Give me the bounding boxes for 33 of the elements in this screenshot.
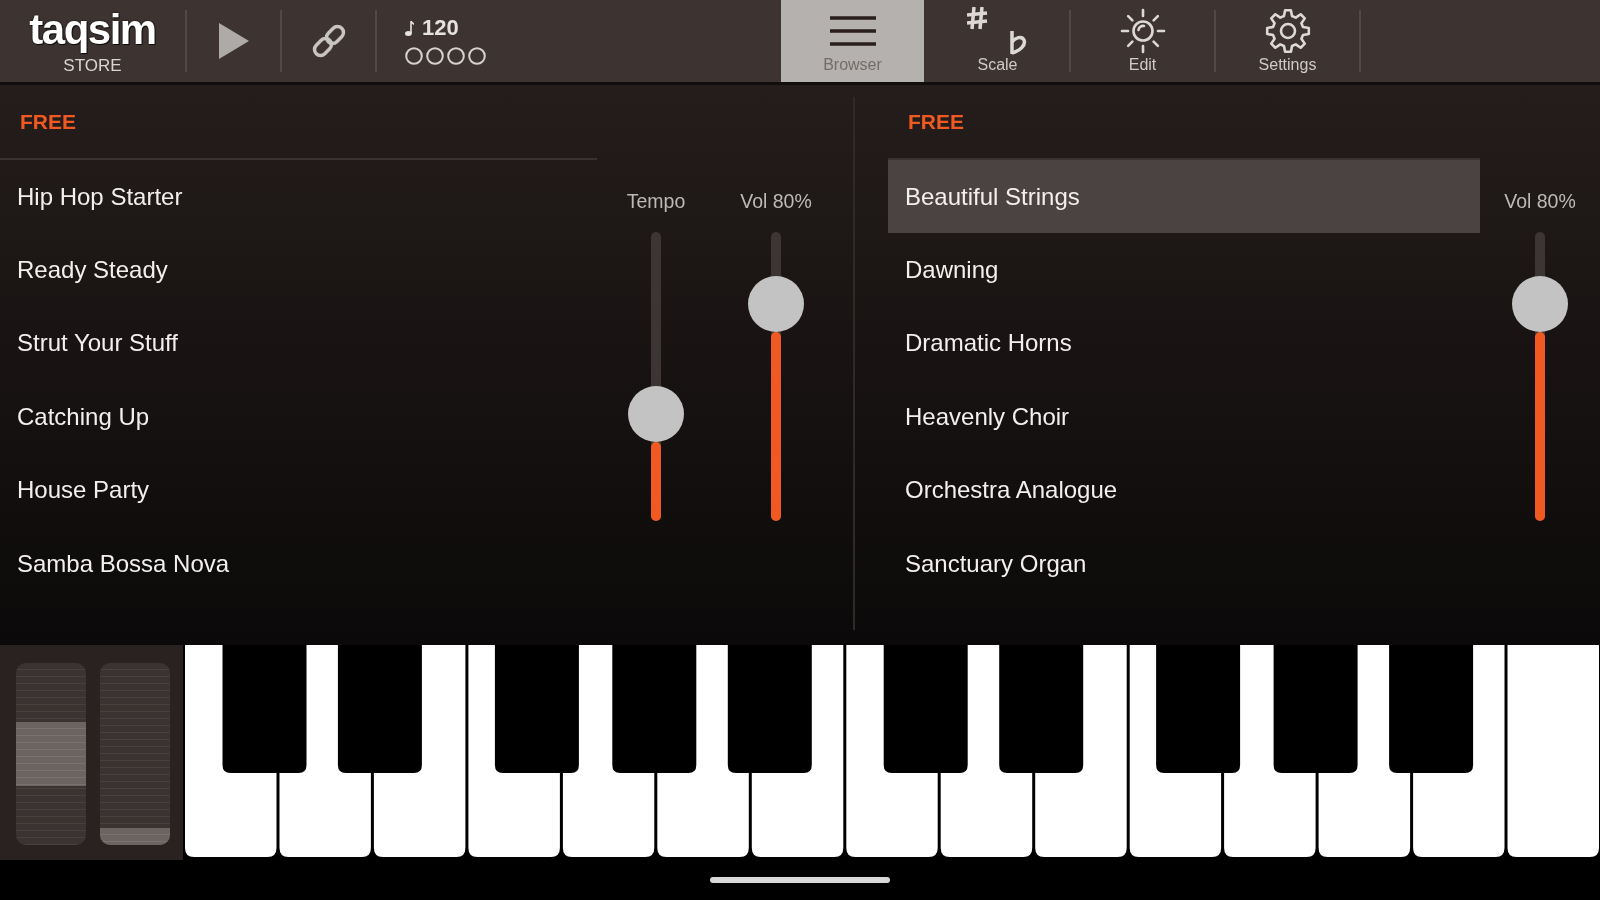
slider-label: Vol 80% bbox=[740, 190, 812, 212]
tab[interactable]: Settings bbox=[1216, 0, 1359, 82]
pitch-wheel[interactable] bbox=[16, 663, 86, 845]
section-header: FREE bbox=[907, 108, 965, 135]
app-logo: taqsim bbox=[29, 8, 156, 51]
slider-label: Vol 80% bbox=[1504, 190, 1576, 212]
play-icon bbox=[218, 23, 249, 59]
tempo-value: 120 bbox=[422, 17, 459, 39]
sun-icon bbox=[1119, 8, 1166, 54]
preset-list-item[interactable]: Strut Your Stuff bbox=[0, 306, 597, 381]
preset-list-item[interactable]: Orchestra Analogue bbox=[888, 453, 1480, 527]
preset-list-item[interactable]: Sanctuary Organ bbox=[888, 526, 1480, 601]
preset-list-item[interactable]: Dramatic Horns bbox=[888, 306, 1480, 381]
wheel-handle[interactable] bbox=[16, 722, 86, 786]
settings-icon bbox=[1264, 8, 1311, 54]
sharp-flat-icon bbox=[966, 7, 1029, 55]
preset-list-item[interactable]: Beautiful Strings bbox=[888, 160, 1480, 234]
wheel-handle[interactable] bbox=[100, 828, 170, 845]
preset-list-item[interactable]: Dawning bbox=[888, 233, 1480, 307]
tab[interactable]: Edit bbox=[1071, 0, 1214, 82]
piano-keyboard[interactable] bbox=[183, 645, 1600, 860]
preset-list-item[interactable]: Hip Hop Starter bbox=[0, 160, 597, 234]
preset-list-item[interactable]: Samba Bossa Nova bbox=[0, 526, 597, 601]
preset-list-item[interactable]: House Party bbox=[0, 453, 597, 527]
menu-icon bbox=[829, 16, 876, 46]
store-button[interactable]: taqsim STORE bbox=[0, 0, 185, 82]
preset-list-item[interactable]: Heavenly Choir bbox=[888, 380, 1480, 454]
preset-list-item[interactable]: Ready Steady bbox=[0, 233, 597, 307]
tab[interactable]: Scale bbox=[926, 0, 1069, 82]
slider-label: Tempo bbox=[626, 190, 686, 212]
note-icon bbox=[405, 20, 414, 36]
section-header: FREE bbox=[19, 108, 77, 135]
preset-list-item[interactable]: Catching Up bbox=[0, 380, 597, 454]
